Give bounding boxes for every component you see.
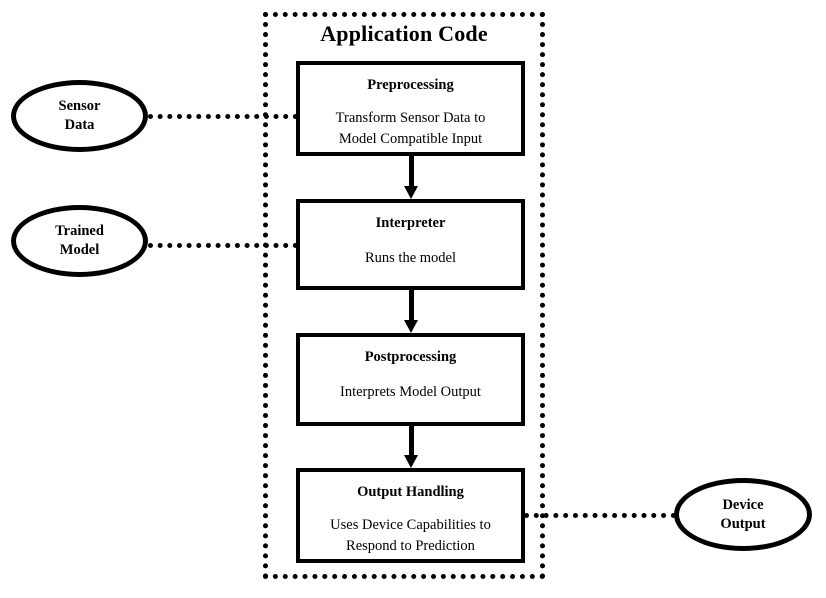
ellipse-node-label: Device Output [720,496,765,534]
flow-arrow-down-icon [404,290,418,333]
flow-arrow-down-icon [404,426,418,468]
ellipse-node-label-line: Trained [55,223,104,239]
process-box-description-line: Transform Sensor Data to [335,110,486,126]
process-box-interpreter: Interpreter Runs the model [296,199,525,290]
process-box-description-line: Interprets Model Output [340,384,481,400]
arrow-shaft [409,290,414,320]
process-box-title: Output Handling [357,484,464,500]
process-box-title: Preprocessing [367,77,454,93]
ellipse-node-label: Sensor Data [59,97,101,135]
ellipse-node-label-line: Sensor [58,98,101,114]
arrow-shaft [409,426,414,455]
ellipse-node-label-line: Output [720,515,766,532]
process-box-description: Transform Sensor Data to Model Compatibl… [336,108,486,150]
process-box-description: Uses Device Capabilities to Respond to P… [330,515,491,557]
ellipse-node-sensor-data: Sensor Data [11,80,148,152]
ellipse-node-label-line: Device [722,496,764,513]
process-box-description: Runs the model [365,248,456,269]
flow-arrow-down-icon [404,156,418,199]
application-code-title: Application Code [320,21,488,46]
arrow-shaft [409,156,414,186]
process-box-description: Interprets Model Output [340,382,481,403]
dotted-connector-sensor-data [148,114,298,119]
process-box-preprocessing: Preprocessing Transform Sensor Data to M… [296,61,525,156]
arrow-head [404,186,418,199]
process-box-title: Postprocessing [364,349,457,365]
ellipse-node-label: Trained Model [55,222,104,260]
process-box-output-handling: Output Handling Uses Device Capabilities… [296,468,525,563]
process-box-description-line: Model Compatible Input [338,131,483,147]
process-box-title: Interpreter [375,215,446,231]
ellipse-node-label-line: Model [59,242,100,258]
diagram-canvas: Application Code Preprocessing Transform… [0,0,826,598]
arrow-head [404,320,418,333]
process-box-postprocessing: Postprocessing Interprets Model Output [296,333,525,426]
arrow-head [404,455,418,468]
dotted-connector-trained-model [148,243,298,248]
ellipse-node-trained-model: Trained Model [11,205,148,277]
ellipse-node-label-line: Data [64,117,95,133]
process-box-description-line: Runs the model [364,250,457,266]
process-box-description-line: Respond to Prediction [346,538,475,554]
ellipse-node-device-output: Device Output [674,478,812,551]
dotted-connector-device-output [524,513,676,518]
process-box-description-line: Uses Device Capabilities to [330,517,491,533]
